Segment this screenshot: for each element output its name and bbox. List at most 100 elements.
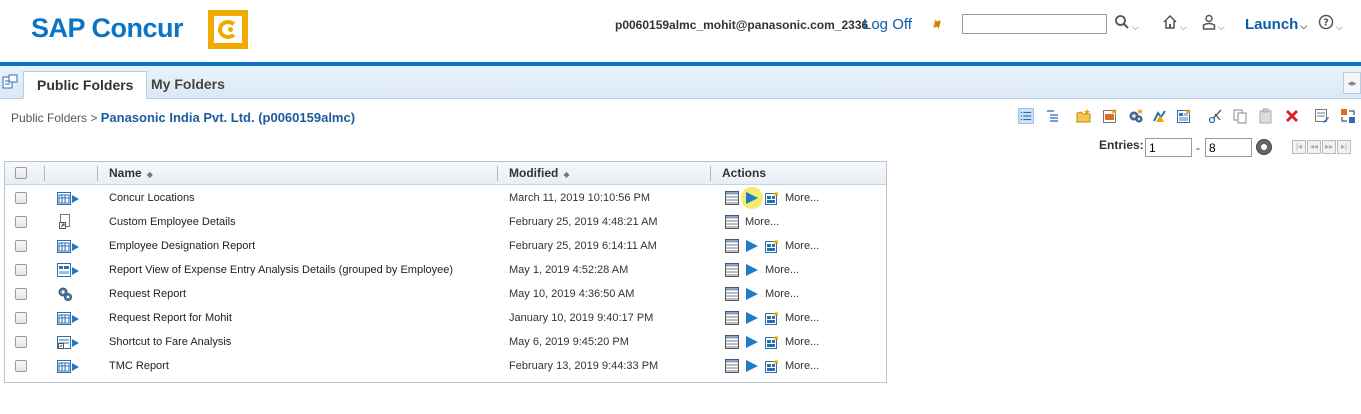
report-run-icon [57,310,83,326]
run-icon[interactable] [745,239,759,253]
column-header-modified[interactable]: Modified ◆ [509,166,569,180]
delete-icon[interactable] [1284,108,1300,124]
prev-page-icon[interactable]: ◂◂ [1307,140,1321,154]
item-name-link[interactable]: TMC Report [109,360,169,372]
table-row[interactable]: TMC Report February 13, 2019 9:44:33 PM Mo… [5,354,886,378]
more-actions-link[interactable]: More... [785,240,819,252]
log-off-link[interactable]: Log Off [863,16,912,33]
detail-view-icon[interactable] [1046,108,1062,124]
view-icon[interactable] [725,239,739,253]
run-icon[interactable] [745,359,759,373]
run-icon[interactable] [745,263,759,277]
view-icon[interactable] [725,191,739,205]
breadcrumb-root[interactable]: Public Folders [11,111,87,125]
table-row[interactable]: Concur Locations March 11, 2019 10:10:56 … [5,186,886,210]
schedule-icon[interactable] [765,335,779,349]
view-icon[interactable] [725,215,739,229]
more-actions-link[interactable]: More... [765,288,799,300]
go-icon[interactable] [1256,139,1272,155]
row-checkbox[interactable] [15,336,27,348]
column-header-name[interactable]: Name ◆ [109,166,153,180]
new-job-gears-icon[interactable] [1128,108,1144,124]
table-row[interactable]: Employee Designation Report February 25, … [5,234,886,258]
run-icon[interactable] [745,335,759,349]
more-actions-link[interactable]: More... [785,336,819,348]
more-actions-link[interactable]: More... [785,360,819,372]
run-icon[interactable] [745,191,759,205]
help-menu-button[interactable]: ? ⌵ [1318,14,1343,34]
item-name-link[interactable]: Shortcut to Fare Analysis [109,336,231,348]
item-name-link[interactable]: Request Report for Mohit [109,312,232,324]
row-checkbox[interactable] [15,312,27,324]
organize-icon[interactable] [1340,108,1356,124]
new-dashboard-icon[interactable] [1176,108,1192,124]
swap-arrows-icon[interactable] [929,16,945,32]
table-row[interactable]: Shortcut to Fare Analysis May 6, 2019 9:4… [5,330,886,354]
item-name-link[interactable]: Employee Designation Report [109,240,255,252]
schedule-icon[interactable] [765,359,779,373]
user-menu-button[interactable]: ⌵ [1202,14,1225,34]
sap-concur-logo[interactable]: SAP Concur [31,13,184,44]
column-header-actions: Actions [722,166,767,180]
item-name-link[interactable]: Concur Locations [109,192,195,204]
table-row[interactable]: Request Report May 10, 2019 4:36:50 AM Mor… [5,282,886,306]
entries-to-input[interactable] [1205,138,1252,157]
tab-my-folders[interactable]: My Folders [138,71,238,99]
view-icon[interactable] [725,311,739,325]
table-row[interactable]: Request Report for Mohit January 10, 2019… [5,306,886,330]
row-checkbox[interactable] [15,192,27,204]
collapse-panel-button[interactable]: ◂▸ [1343,72,1361,94]
last-page-icon[interactable]: ▸| [1337,140,1351,154]
modified-date: January 10, 2019 9:40:17 PM [509,312,654,324]
row-checkbox[interactable] [15,264,27,276]
folder-tree-icon[interactable] [2,74,18,90]
table-row[interactable]: Custom Employee Details February 25, 2019… [5,210,886,234]
report-run-icon [57,190,83,206]
concur-c-logo-icon[interactable] [208,10,248,49]
new-report-icon[interactable] [1102,108,1118,124]
cut-icon[interactable] [1208,108,1224,124]
item-name-link[interactable]: Request Report [109,288,186,300]
view-icon[interactable] [725,287,739,301]
item-name-link[interactable]: Custom Employee Details [109,216,236,228]
row-checkbox[interactable] [15,240,27,252]
schedule-icon[interactable] [765,311,779,325]
search-button[interactable]: ⌵ [1114,14,1139,34]
breadcrumb-current: Panasonic India Pvt. Ltd. (p0060159almc) [100,110,356,125]
user-id-label: p0060159almc_mohit@panasonic.com_2336 [615,18,869,32]
first-page-icon[interactable]: |◂ [1292,140,1306,154]
schedule-icon[interactable] [765,239,779,253]
more-actions-link[interactable]: More... [745,216,779,228]
tab-public-folders[interactable]: Public Folders [23,71,148,99]
launch-menu[interactable]: Launch ⌵ [1245,16,1307,33]
row-checkbox[interactable] [15,288,27,300]
run-icon[interactable] [745,287,759,301]
new-folder-icon[interactable] [1076,108,1092,124]
more-actions-link[interactable]: More... [785,192,819,204]
more-actions-link[interactable]: More... [785,312,819,324]
run-icon[interactable] [745,311,759,325]
select-all-checkbox[interactable] [15,167,27,179]
row-checkbox[interactable] [15,360,27,372]
view-icon[interactable] [725,263,739,277]
entries-from-input[interactable] [1145,138,1192,157]
sort-icon: ◆ [563,170,570,179]
entries-dash: - [1196,141,1200,155]
schedule-icon[interactable] [765,191,779,205]
next-page-icon[interactable]: ▸▸ [1322,140,1336,154]
chevron-down-icon: ⌵ [1180,22,1187,32]
home-menu-button[interactable]: ⌵ [1162,14,1187,34]
more-actions-link[interactable]: More... [765,264,799,276]
folder-contents-table: Name ◆ Modified ◆ Actions Concur Locations… [4,161,887,383]
item-name-link[interactable]: Report View of Expense Entry Analysis De… [109,264,453,276]
new-analysis-icon[interactable] [1152,108,1168,124]
view-icon[interactable] [725,359,739,373]
paste-icon[interactable] [1258,108,1274,124]
search-input[interactable] [962,14,1107,34]
copy-icon[interactable] [1232,108,1248,124]
list-view-icon[interactable] [1018,108,1034,124]
table-row[interactable]: Report View of Expense Entry Analysis De… [5,258,886,282]
properties-icon[interactable] [1314,108,1330,124]
view-icon[interactable] [725,335,739,349]
row-checkbox[interactable] [15,216,27,228]
